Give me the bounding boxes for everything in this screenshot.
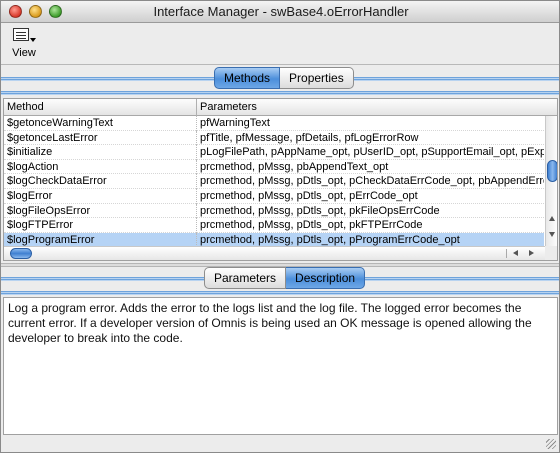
parameters-cell: pfWarningText [200, 117, 270, 129]
vertical-scrollbar[interactable] [545, 116, 557, 246]
horizontal-scroll-thumb[interactable] [10, 248, 32, 259]
method-name-cell: $logProgramError [7, 233, 95, 246]
table-header: Method Parameters [4, 99, 557, 116]
method-name-cell: $logFTPError [7, 219, 74, 232]
tab-methods[interactable]: Methods [214, 67, 281, 89]
parameters-cell: prcmethod, pMssg, pDtls_opt, pkFTPErrCod… [200, 219, 423, 232]
toolbar: View [1, 23, 559, 65]
cell-divider [196, 174, 197, 189]
column-header-method[interactable]: Method [7, 101, 44, 113]
table-row[interactable]: $logError prcmethod, pMssg, pDtls_opt, pE… [4, 188, 544, 204]
table-row[interactable]: $logProgramError prcmethod, pMssg, pDtls_… [4, 232, 544, 246]
parameters-cell: prcmethod, pMssg, pDtls_opt, pProgramErr… [200, 233, 460, 246]
column-divider[interactable] [196, 99, 197, 116]
cell-divider [196, 130, 197, 146]
view-label: View [12, 47, 36, 59]
method-name-cell: $getonceLastError [7, 131, 98, 144]
method-name-cell: $logAction [7, 160, 59, 173]
status-bar [1, 435, 559, 452]
interface-manager-window: Interface Manager - swBase4.oErrorHandle… [0, 0, 560, 453]
view-menu-button[interactable]: View [7, 26, 41, 62]
vertical-scroll-thumb[interactable] [547, 160, 557, 182]
scrollbar-corner [545, 246, 557, 260]
chevron-down-icon [30, 38, 36, 42]
parameters-cell: pLogFilePath, pAppName_opt, pUserID_opt,… [200, 146, 544, 159]
bottom-tab-bar: Parameters Description [204, 267, 366, 289]
scroll-down-arrow-icon[interactable] [549, 232, 555, 237]
window-title: Interface Manager - swBase4.oErrorHandle… [153, 4, 409, 19]
cell-divider [196, 159, 197, 175]
method-name-cell: $logCheckDataError [7, 175, 107, 188]
methods-table: Method Parameters $getonceWarningText pfW… [3, 98, 558, 261]
column-header-parameters[interactable]: Parameters [200, 101, 257, 113]
table-row[interactable]: $getonceWarningText pfWarningText [4, 116, 544, 131]
cell-divider [196, 116, 197, 131]
method-name-cell: $getonceWarningText [7, 117, 113, 129]
parameters-cell: pfTitle, pfMessage, pfDetails, pfLogErro… [200, 131, 419, 144]
table-row[interactable]: $getonceLastError pfTitle, pfMessage, pfD… [4, 130, 544, 146]
top-tab-bar: Methods Properties [214, 67, 354, 89]
table-row[interactable]: $initialize pLogFilePath, pAppName_opt, p… [4, 145, 544, 160]
title-bar[interactable]: Interface Manager - swBase4.oErrorHandle… [1, 1, 559, 23]
bottom-tab-divider-lower [1, 291, 559, 295]
resize-grip-icon[interactable] [546, 439, 556, 449]
table-row[interactable]: $logFTPError prcmethod, pMssg, pDtls_opt,… [4, 218, 544, 233]
parameters-cell: prcmethod, pMssg, pDtls_opt, pkFileOpsEr… [200, 204, 440, 217]
parameters-cell: prcmethod, pMssg, pDtls_opt, pCheckDataE… [200, 175, 544, 188]
description-text: Log a program error. Adds the error to t… [8, 301, 532, 345]
scroll-right-arrow-icon[interactable] [529, 250, 534, 256]
cell-divider [196, 232, 197, 246]
cell-divider [196, 145, 197, 160]
method-name-cell: $logError [7, 189, 53, 202]
table-body: $getonceWarningText pfWarningText $getonce… [4, 116, 544, 246]
scroll-up-arrow-icon[interactable] [549, 216, 555, 221]
parameters-cell: prcmethod, pMssg, pbAppendText_opt [200, 160, 389, 173]
tab-description[interactable]: Description [286, 267, 366, 289]
method-name-cell: $logFileOpsError [7, 204, 91, 217]
cell-divider [196, 203, 197, 219]
tab-parameters[interactable]: Parameters [204, 267, 287, 289]
horizontal-scrollbar[interactable] [4, 246, 545, 260]
tab-properties[interactable]: Properties [280, 67, 354, 89]
cell-divider [196, 218, 197, 233]
top-tab-divider-lower [1, 91, 559, 95]
table-row[interactable]: $logFileOpsError prcmethod, pMssg, pDtls_… [4, 203, 544, 219]
scroll-left-arrow-icon[interactable] [513, 250, 518, 256]
list-view-icon [13, 28, 29, 41]
cell-divider [196, 188, 197, 204]
table-row[interactable]: $logAction prcmethod, pMssg, pbAppendText… [4, 159, 544, 175]
parameters-cell: prcmethod, pMssg, pDtls_opt, pErrCode_op… [200, 189, 418, 202]
description-panel[interactable]: Log a program error. Adds the error to t… [3, 297, 558, 435]
method-name-cell: $initialize [7, 146, 53, 159]
scroll-arrow-divider [506, 249, 507, 258]
table-row[interactable]: $logCheckDataError prcmethod, pMssg, pDtl… [4, 174, 544, 189]
